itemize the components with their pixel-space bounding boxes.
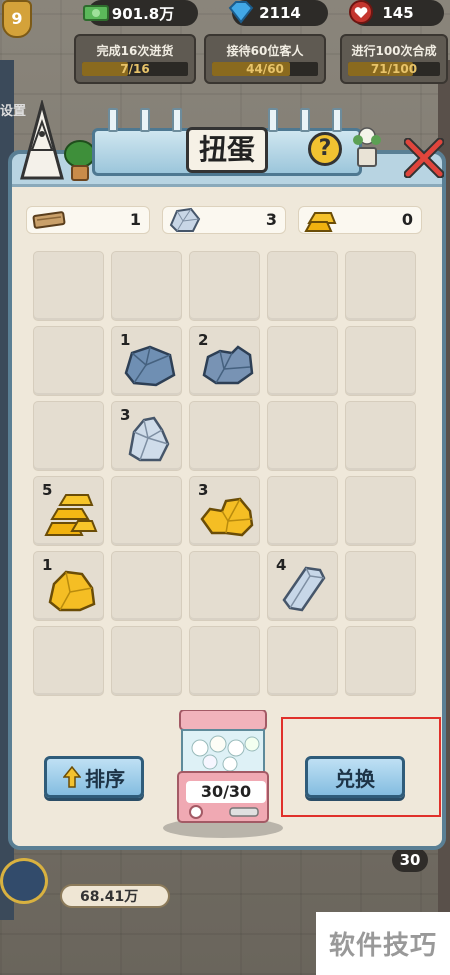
cash-icon [83, 5, 109, 21]
quest-progress-text: 44/60 [246, 62, 284, 76]
grid-cell[interactable] [111, 551, 182, 621]
grid-cell[interactable] [345, 476, 416, 546]
item-count: 1 [42, 556, 53, 574]
silver-ore-icon [169, 207, 201, 232]
grid-cell[interactable] [33, 251, 104, 321]
item-count: 3 [120, 406, 131, 424]
gem-value: 2114 [259, 4, 301, 22]
grid-cell[interactable] [345, 326, 416, 396]
grid-cell[interactable] [189, 626, 260, 696]
grid-cell[interactable] [267, 401, 338, 471]
silver-count: 3 [265, 210, 277, 229]
item-count: 1 [120, 331, 131, 349]
sort-button[interactable]: 排序 [44, 756, 144, 798]
gold-counter: 0 [298, 206, 422, 234]
grid-cell[interactable] [111, 251, 182, 321]
grid-cell[interactable]: 2 [189, 326, 260, 396]
grid-cell[interactable] [345, 251, 416, 321]
test-tube-icon [268, 108, 278, 132]
item-count: 5 [42, 481, 53, 499]
quest-title: 进行100次合成 [351, 44, 437, 58]
money-counter[interactable]: 901.8万 [83, 0, 198, 26]
heart-counter[interactable]: 145 [349, 0, 444, 26]
silver-counter: 3 [162, 206, 286, 234]
grid-cell[interactable] [111, 626, 182, 696]
grid-cell[interactable] [267, 326, 338, 396]
wood-plank-icon [32, 211, 66, 229]
heart-value: 145 [382, 4, 414, 22]
gold-ingot-icon [304, 212, 337, 232]
wet-floor-sign-icon [20, 100, 64, 180]
quest-progress-bar: 7/16 [82, 62, 188, 76]
help-button[interactable]: ? [308, 132, 342, 166]
grid-cell[interactable] [267, 626, 338, 696]
grid-cell[interactable] [33, 626, 104, 696]
grid-cell[interactable] [33, 401, 104, 471]
grid-cell[interactable]: 3 [111, 401, 182, 471]
test-tube-icon [332, 108, 342, 132]
sort-label: 排序 [85, 766, 125, 791]
quest-card[interactable]: 进行100次合成 71/100 [340, 34, 448, 84]
count-badge: 30 [392, 848, 428, 872]
grid-cell[interactable] [267, 476, 338, 546]
bottom-money-value: 68.41万 [80, 889, 139, 905]
gem-counter[interactable]: 2114 [228, 0, 328, 26]
quest-progress-text: 71/100 [370, 62, 418, 76]
grid-cell[interactable] [33, 326, 104, 396]
quest-card[interactable]: 完成16次进货 7/16 [74, 34, 196, 84]
item-grid: 1 2 3 5 3 1 4 [33, 251, 419, 699]
watermark-text: 软件技巧 [316, 912, 450, 975]
grid-cell[interactable] [189, 551, 260, 621]
grid-cell[interactable] [189, 401, 260, 471]
test-tube-icon [172, 108, 182, 132]
quest-progress-bar: 44/60 [212, 62, 318, 76]
money-value: 901.8万 [111, 4, 175, 23]
grid-cell[interactable] [345, 401, 416, 471]
grid-cell[interactable] [345, 626, 416, 696]
test-tube-icon [140, 108, 150, 132]
gold-count: 0 [401, 210, 413, 229]
highlight-box [281, 717, 441, 817]
gacha-machine-icon[interactable] [160, 710, 286, 840]
close-icon[interactable] [404, 138, 444, 178]
item-count: 2 [198, 331, 209, 349]
arrow-up-icon [63, 766, 81, 788]
test-tube-icon [300, 108, 310, 132]
wood-count: 1 [129, 210, 141, 229]
quest-title: 接待60位客人 [226, 44, 304, 58]
video-camera-icon[interactable] [0, 858, 48, 904]
grid-cell[interactable] [111, 476, 182, 546]
item-count: 4 [276, 556, 287, 574]
grid-cell[interactable]: 5 [33, 476, 104, 546]
grid-cell[interactable] [267, 251, 338, 321]
dialog-title: 扭蛋 [186, 127, 268, 173]
test-tube-icon [108, 108, 118, 132]
grid-cell[interactable] [345, 551, 416, 621]
diamond-icon [228, 1, 254, 24]
capsule-count: 30/30 [186, 781, 266, 803]
bottom-money-counter[interactable]: 68.41万 [60, 884, 170, 908]
grid-cell[interactable]: 1 [111, 326, 182, 396]
grid-cell[interactable] [189, 251, 260, 321]
flower-pot-icon [353, 127, 381, 167]
level-badge[interactable]: 9 [2, 0, 32, 38]
quest-progress-bar: 71/100 [348, 62, 440, 76]
wood-counter: 1 [26, 206, 150, 234]
quest-progress-text: 7/16 [120, 62, 150, 76]
grid-cell[interactable]: 1 [33, 551, 104, 621]
heart-icon [349, 0, 373, 24]
item-count: 3 [198, 481, 209, 499]
grid-cell[interactable]: 4 [267, 551, 338, 621]
grid-cell[interactable]: 3 [189, 476, 260, 546]
quest-title: 完成16次进货 [96, 44, 174, 58]
quest-card[interactable]: 接待60位客人 44/60 [204, 34, 326, 84]
